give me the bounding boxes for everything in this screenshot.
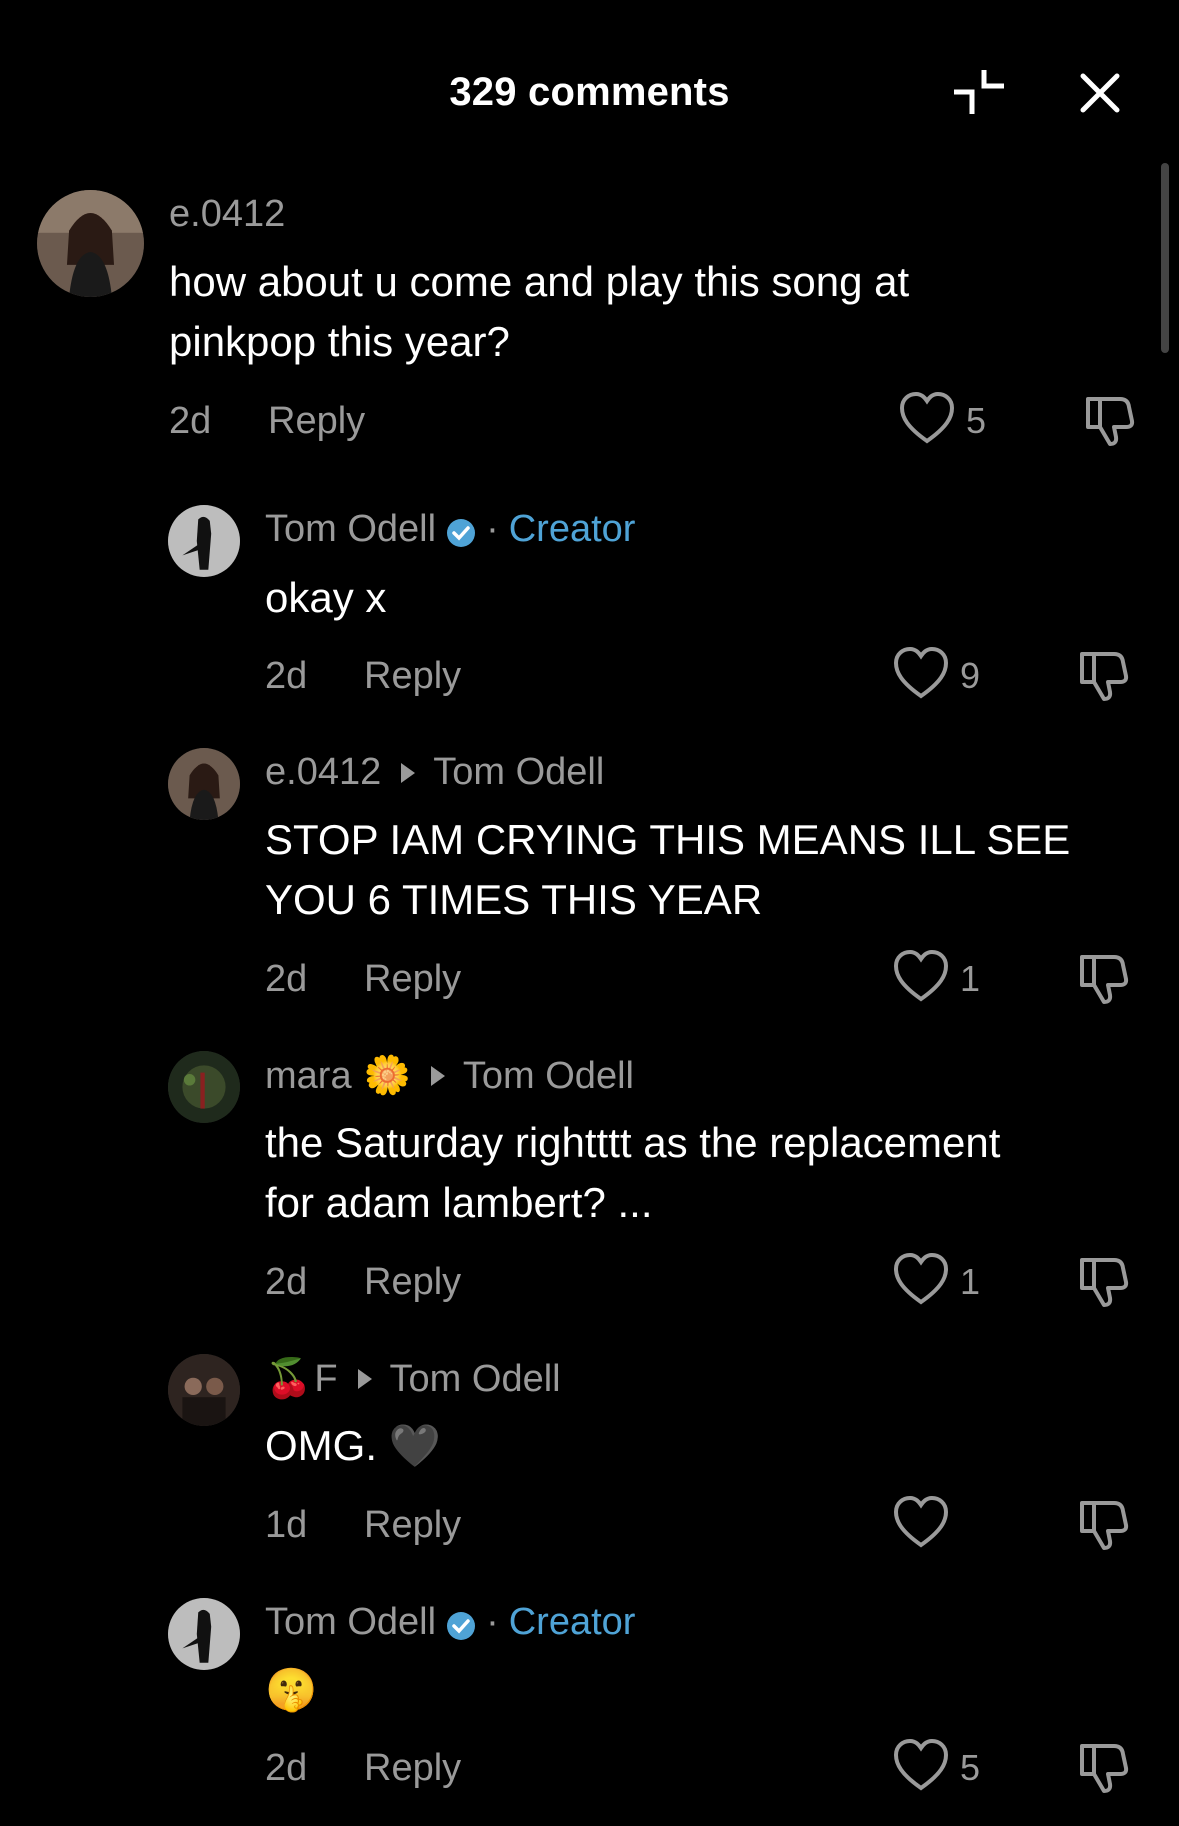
comments-header: 329 comments (0, 0, 1179, 190)
dislike-icon[interactable] (1074, 646, 1132, 704)
comment-username[interactable]: Tom Odell · Creator (265, 508, 635, 551)
comment-time: 2d (265, 655, 308, 697)
creator-label: Creator (508, 508, 636, 550)
username-text[interactable]: mara (265, 1055, 352, 1098)
like-count: 5 (960, 1747, 981, 1788)
reply-button[interactable]: Reply (364, 1747, 461, 1790)
reply-arrow-icon (401, 762, 416, 783)
username-text[interactable]: Tom Odell (265, 1601, 436, 1644)
comment-username[interactable]: 🍒 F Tom Odell (265, 1357, 561, 1401)
comment-time: 2d (265, 1747, 308, 1789)
creator-label: Creator (508, 1601, 636, 1643)
username-emoji: 🍒 (265, 1358, 313, 1400)
reply-arrow-icon (357, 1369, 372, 1389)
heart-icon[interactable] (891, 947, 951, 1007)
close-icon[interactable] (1075, 68, 1125, 118)
like-count: 5 (966, 400, 987, 441)
comment-text: 🤫 (265, 1666, 318, 1713)
heart-icon[interactable] (891, 1250, 951, 1310)
username-text[interactable]: e.0412 (169, 193, 285, 236)
dislike-icon[interactable] (1074, 1738, 1132, 1796)
verified-badge-icon (446, 515, 476, 547)
comment-username[interactable]: e.0412 (169, 193, 285, 236)
comment-text: okay x (265, 574, 387, 621)
verified-badge-icon (446, 1608, 476, 1640)
dislike-icon[interactable] (1074, 949, 1132, 1007)
reply-button[interactable]: Reply (268, 400, 365, 443)
avatar[interactable] (168, 748, 240, 820)
like-count: 1 (960, 1261, 981, 1302)
reply-button[interactable]: Reply (364, 1504, 461, 1547)
username-emoji: 🌼 (363, 1055, 411, 1097)
reply-to-username[interactable]: Tom Odell (433, 751, 604, 794)
avatar[interactable] (168, 1354, 240, 1426)
dislike-icon[interactable] (1080, 391, 1138, 449)
dislike-icon[interactable] (1074, 1252, 1132, 1310)
dislike-icon[interactable] (1074, 1495, 1132, 1553)
like-count: 1 (960, 958, 981, 999)
comment-time: 2d (265, 958, 308, 1000)
comment-username[interactable]: Tom Odell · Creator (265, 1601, 635, 1644)
comment-username[interactable]: e.0412 Tom Odell (265, 751, 604, 794)
comment-time: 2d (169, 400, 212, 442)
separator-dot: · (486, 1601, 499, 1643)
reply-to-username[interactable]: Tom Odell (390, 1358, 561, 1401)
comment-time: 1d (265, 1504, 308, 1546)
heart-icon[interactable] (891, 644, 951, 704)
reply-button[interactable]: Reply (364, 958, 461, 1001)
username-text[interactable]: F (314, 1358, 337, 1401)
reply-to-username[interactable]: Tom Odell (463, 1055, 634, 1098)
avatar[interactable] (168, 1598, 240, 1670)
comment-text: the Saturday rightttt as the replacement… (265, 1119, 1001, 1226)
reply-button[interactable]: Reply (364, 1261, 461, 1304)
reply-arrow-icon (430, 1066, 445, 1086)
heart-icon[interactable] (891, 1493, 951, 1553)
username-text[interactable]: Tom Odell (265, 508, 436, 551)
reply-button[interactable]: Reply (364, 655, 461, 698)
avatar[interactable] (168, 1051, 240, 1123)
heart-icon[interactable] (897, 389, 957, 449)
username-text[interactable]: e.0412 (265, 751, 381, 794)
like-count: 9 (960, 655, 981, 696)
comment-text: how about u come and play this song at p… (169, 258, 910, 365)
avatar[interactable] (37, 190, 144, 297)
comment-text: STOP IAM CRYING THIS MEANS ILL SEE YOU 6… (265, 816, 1071, 923)
comment-time: 2d (265, 1261, 308, 1303)
comment-text: OMG. 🖤 (265, 1422, 441, 1469)
comment-username[interactable]: mara 🌼 Tom Odell (265, 1054, 634, 1098)
heart-icon[interactable] (891, 1736, 951, 1796)
avatar[interactable] (168, 505, 240, 577)
scrollbar[interactable] (1161, 163, 1169, 353)
separator-dot: · (486, 508, 499, 550)
minimize-icon[interactable] (950, 62, 1010, 122)
